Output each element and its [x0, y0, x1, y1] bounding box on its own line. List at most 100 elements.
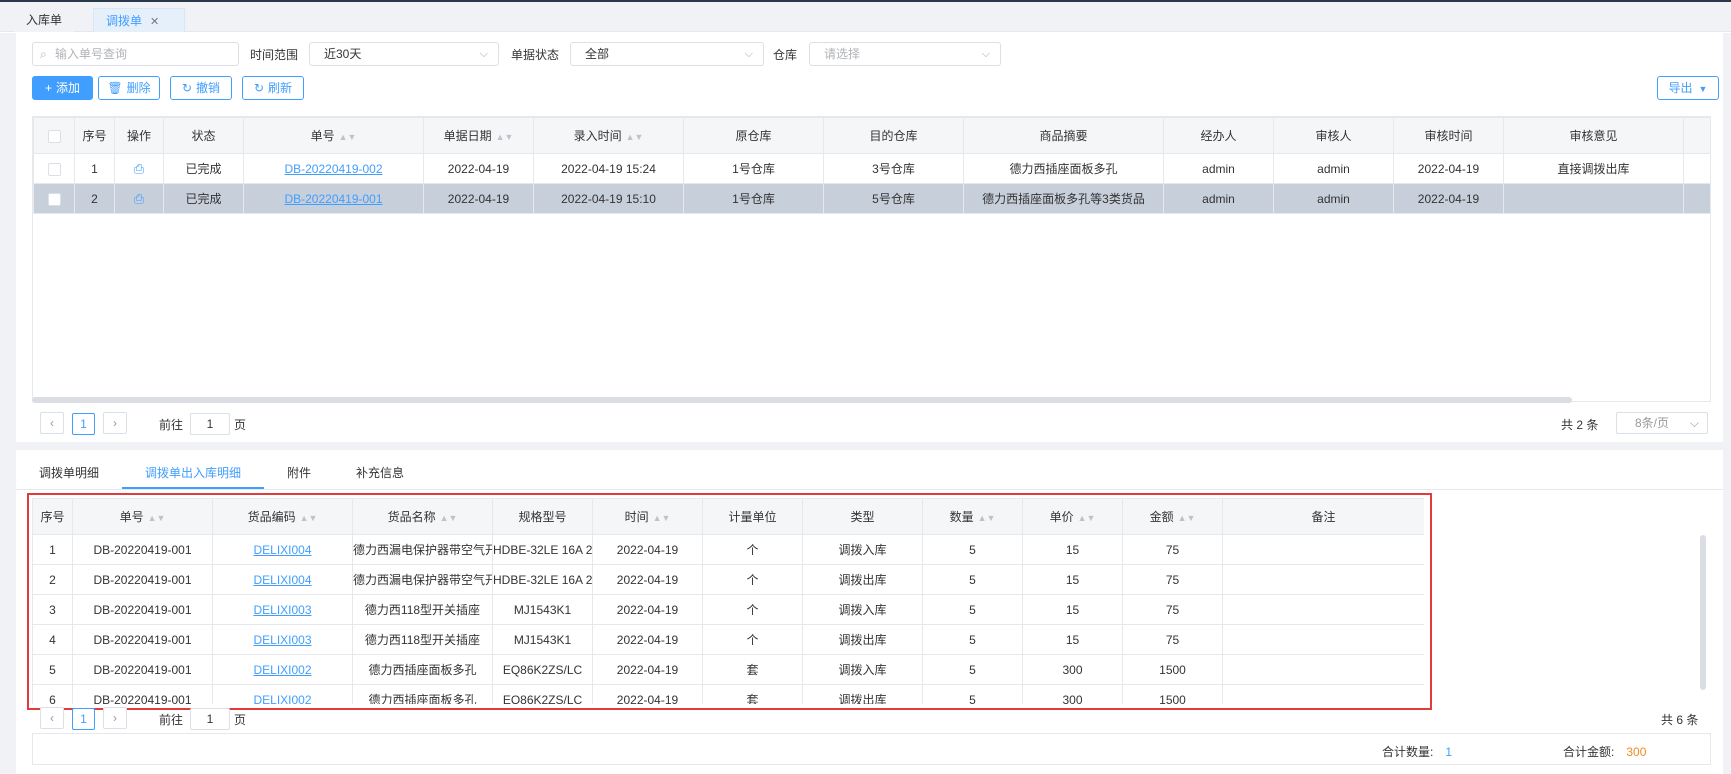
subtab-attachments[interactable]: 附件	[287, 464, 311, 481]
row-select-cell[interactable]	[33, 153, 75, 184]
item-code-cell[interactable]: DELIXI002	[212, 654, 353, 685]
export-button[interactable]: 导出 ▼	[1657, 76, 1719, 100]
print-icon[interactable]: ⎙	[134, 191, 144, 206]
sort-icon[interactable]: ▲▼	[148, 513, 166, 523]
right-gutter	[1723, 33, 1731, 774]
time-range-select[interactable]: 近30天 ⌵	[309, 42, 499, 66]
status-select[interactable]: 全部 ⌵	[570, 42, 764, 66]
horizontal-scrollbar[interactable]	[32, 397, 1572, 403]
item-code-link[interactable]: DELIXI004	[253, 543, 311, 557]
page-number-current[interactable]: 1	[72, 413, 95, 435]
sort-icon[interactable]: ▲▼	[1178, 513, 1196, 523]
prev-page-button[interactable]: ‹	[40, 412, 64, 434]
sort-icon[interactable]: ▲▼	[339, 132, 357, 142]
revoke-button[interactable]: ↻ 撤销	[170, 76, 232, 100]
qty-cell: 5	[922, 654, 1023, 685]
select-all-checkbox[interactable]	[47, 129, 61, 143]
goto-page-input[interactable]: 1	[190, 708, 230, 730]
sort-icon[interactable]: ▲▼	[300, 513, 318, 523]
goto-page-input[interactable]: 1	[190, 413, 230, 435]
table-row[interactable]: 1DB-20220419-001 DELIXI004 德力西漏电保护器带空气开关HD…	[32, 534, 1424, 565]
col-header-label: 录入时间	[573, 129, 622, 143]
sort-icon[interactable]: ▲▼	[1078, 513, 1096, 523]
order-code-cell[interactable]: DB-20220419-002	[243, 153, 424, 184]
print-cell[interactable]: ⎙	[114, 153, 164, 184]
subtab-extra-info[interactable]: 补充信息	[356, 464, 404, 481]
close-icon[interactable]: ✕	[150, 16, 159, 28]
order-code-cell[interactable]: DB-20220419-001	[243, 183, 424, 214]
item-code-cell[interactable]: DELIXI003	[212, 594, 353, 625]
chevron-right-icon: ›	[113, 711, 117, 725]
next-page-button[interactable]: ›	[103, 707, 127, 729]
table-row-selected[interactable]: 2 ⎙ 已完成 DB-20220419-001 2022-04-19 2022-…	[33, 183, 1710, 214]
unit-cell: 套	[702, 654, 803, 685]
row-checkbox[interactable]	[47, 192, 61, 206]
tab-transfer[interactable]: 调拨单 ✕	[93, 8, 185, 32]
item-code-cell[interactable]: DELIXI004	[212, 564, 353, 595]
page-number-current[interactable]: 1	[72, 708, 95, 730]
sort-icon[interactable]: ▲▼	[496, 132, 514, 142]
order-code-link[interactable]: DB-20220419-002	[284, 162, 382, 176]
add-button[interactable]: + 添加	[32, 76, 93, 100]
item-code-link[interactable]: DELIXI002	[253, 693, 311, 705]
col-header-sortable[interactable]: 货品编码 ▲▼	[212, 498, 353, 535]
vertical-scrollbar[interactable]	[1700, 535, 1706, 690]
item-code-link[interactable]: DELIXI003	[253, 603, 311, 617]
row-no: 1	[74, 153, 115, 184]
delete-button[interactable]: 🗑 删除	[98, 76, 160, 100]
subtab-inout-detail[interactable]: 调拨单出入库明细	[145, 464, 241, 481]
table-row[interactable]: 2DB-20220419-001 DELIXI004 德力西漏电保护器带空气开关HD…	[32, 564, 1424, 595]
opinion-cell	[1503, 183, 1684, 214]
select-all-cell[interactable]	[33, 117, 75, 154]
amount-cell: 75	[1122, 624, 1223, 655]
table-row[interactable]: 4 DB-20220419-001 DELIXI003 德力西118型开关插座 MJ15…	[32, 624, 1424, 655]
table-row[interactable]: 6 DB-20220419-001 DELIXI002 德力西插座面板多孔 EQ86K2…	[32, 684, 1424, 705]
order-code-cell: DB-20220419-001	[72, 564, 213, 595]
item-code-link[interactable]: DELIXI003	[253, 633, 311, 647]
col-header-sortable[interactable]: 单号 ▲▼	[243, 117, 424, 154]
col-header-sortable[interactable]: 录入时间 ▲▼	[533, 117, 684, 154]
col-header-sortable[interactable]: 单价 ▲▼	[1022, 498, 1123, 535]
add-label: 添加	[56, 81, 81, 95]
print-cell[interactable]: ⎙	[114, 183, 164, 214]
item-name-cell: 德力西插座面板多孔	[352, 654, 493, 685]
qty-cell: 5	[922, 624, 1023, 655]
item-code-cell[interactable]: DELIXI003	[212, 624, 353, 655]
summary-footer	[32, 733, 1711, 765]
col-header-sortable[interactable]: 单号 ▲▼	[72, 498, 213, 535]
row-checkbox[interactable]	[47, 162, 61, 176]
search-input[interactable]	[55, 45, 235, 63]
time-cell: 2022-04-19	[592, 564, 703, 595]
page-number-label: 1	[80, 712, 87, 726]
item-code-cell[interactable]: DELIXI002	[212, 684, 353, 705]
next-page-button[interactable]: ›	[103, 412, 127, 434]
item-code-cell[interactable]: DELIXI004	[212, 534, 353, 565]
table-row[interactable]: 1 ⎙ 已完成 DB-20220419-002 2022-04-19 2022-…	[33, 153, 1710, 184]
col-header-sortable[interactable]: 数量 ▲▼	[922, 498, 1023, 535]
refresh-button[interactable]: ↻ 刷新	[242, 76, 304, 100]
sort-icon[interactable]: ▲▼	[978, 513, 996, 523]
page-size-select[interactable]: 8条/页 ⌵	[1616, 412, 1708, 434]
col-header-sortable[interactable]: 单据日期 ▲▼	[423, 117, 534, 154]
table-row[interactable]: 3 DB-20220419-001 DELIXI003 德力西118型开关插座 MJ15…	[32, 594, 1424, 625]
print-icon[interactable]: ⎙	[134, 161, 144, 176]
row-select-cell[interactable]	[33, 183, 75, 214]
subtab-transfer-detail[interactable]: 调拨单明细	[39, 464, 99, 481]
warehouse-select[interactable]: 请选择 ⌵	[809, 42, 1001, 66]
col-header-sortable[interactable]: 时间 ▲▼	[592, 498, 703, 535]
item-code-link[interactable]: DELIXI004	[253, 573, 311, 587]
table-row[interactable]: 5 DB-20220419-001 DELIXI002 德力西插座面板多孔 EQ86K2…	[32, 654, 1424, 685]
row-no: 4	[32, 624, 73, 655]
order-code-link[interactable]: DB-20220419-001	[284, 192, 382, 206]
col-header-sortable[interactable]: 金额 ▲▼	[1122, 498, 1223, 535]
sort-icon[interactable]: ▲▼	[440, 513, 458, 523]
sort-icon[interactable]: ▲▼	[626, 132, 644, 142]
spacer-cell	[1683, 153, 1710, 184]
sort-icon[interactable]: ▲▼	[653, 513, 671, 523]
status-label: 单据状态	[511, 48, 560, 62]
prev-page-button[interactable]: ‹	[40, 707, 64, 729]
tab-stock-in[interactable]: 入库单	[14, 8, 74, 32]
item-code-link[interactable]: DELIXI002	[253, 663, 311, 677]
spec-cell: HDBE-32LE 16A 2P	[492, 534, 593, 565]
col-header-sortable[interactable]: 货品名称 ▲▼	[352, 498, 493, 535]
